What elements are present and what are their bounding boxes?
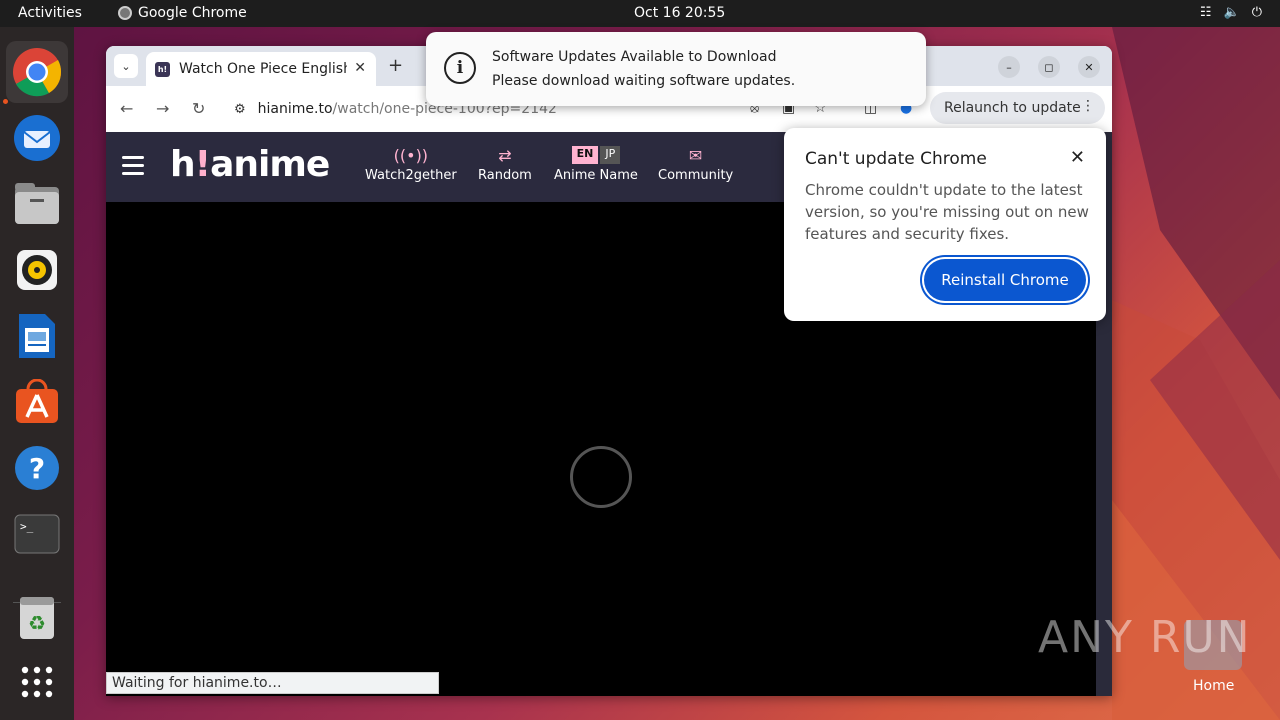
kebab-menu-icon[interactable]: ⋮	[1081, 98, 1095, 114]
nav-label: Anime Name	[554, 168, 638, 183]
network-icon: ☷	[1199, 5, 1212, 20]
new-tab-button[interactable]: +	[388, 55, 403, 76]
nav-label: Watch2gether	[365, 168, 457, 183]
hamburger-menu-icon[interactable]	[122, 156, 144, 175]
nav-label: Community	[658, 168, 734, 183]
forward-button[interactable]: →	[156, 99, 169, 118]
writer-icon[interactable]	[6, 305, 68, 367]
broadcast-icon: ((•))	[393, 146, 429, 165]
anyrun-watermark: ANY RUN	[1038, 612, 1252, 663]
help-icon[interactable]: ?	[6, 437, 68, 499]
volume-icon: 🔈	[1223, 5, 1240, 20]
svg-text:>_: >_	[20, 520, 34, 533]
trash-icon[interactable]: ♻	[6, 587, 68, 649]
status-bubble: Waiting for hianime.to…	[106, 672, 439, 694]
dialog-body: Chrome couldn't update to the latest ver…	[805, 181, 1089, 243]
system-notification[interactable]: i Software Updates Available to Download…	[426, 32, 926, 106]
dialog-title: Can't update Chrome	[805, 149, 987, 169]
site-logo[interactable]: h!anime	[170, 144, 330, 185]
notification-title: Software Updates Available to Download	[492, 49, 777, 65]
info-icon: i	[444, 52, 476, 84]
notification-body: Please download waiting software updates…	[492, 73, 796, 89]
tab-active[interactable]: h! Watch One Piece English ✕	[146, 52, 376, 86]
relaunch-label: Relaunch to update	[944, 100, 1081, 116]
reload-button[interactable]: ↻	[192, 99, 205, 118]
hianime-favicon-icon: h!	[155, 61, 170, 77]
nav-community[interactable]: ✉ Community	[658, 146, 733, 183]
files-icon[interactable]	[6, 173, 68, 235]
loading-spinner-icon	[570, 446, 632, 508]
close-window-button[interactable]: ✕	[1078, 56, 1100, 78]
rhythmbox-icon[interactable]	[6, 239, 68, 301]
tab-title: Watch One Piece English	[179, 61, 347, 77]
dock: ? >_ ♻	[0, 27, 74, 720]
svg-text:♻: ♻	[28, 611, 46, 635]
site-info-icon[interactable]: ⚙	[234, 102, 246, 117]
language-toggle[interactable]: EN JP	[571, 146, 621, 164]
url-host: hianime.to	[257, 101, 333, 117]
tab-search-button[interactable]: ⌄	[114, 54, 138, 78]
app-center-icon[interactable]	[6, 371, 68, 433]
top-bar: Activities Google Chrome Oct 16 20:55 ☷ …	[0, 0, 1280, 27]
cant-update-dialog: Can't update Chrome ✕ Chrome couldn't up…	[784, 128, 1106, 321]
relaunch-to-update-button[interactable]: Relaunch to update ⋮	[930, 92, 1105, 124]
svg-text:?: ?	[29, 452, 45, 485]
reinstall-chrome-button[interactable]: Reinstall Chrome	[924, 259, 1086, 301]
home-label[interactable]: Home	[1193, 678, 1234, 694]
back-button[interactable]: ←	[120, 99, 133, 118]
maximize-button[interactable]: ◻	[1038, 56, 1060, 78]
system-tray[interactable]: ☷ 🔈 ⏻	[1200, 5, 1262, 20]
shuffle-icon: ⇄	[498, 146, 512, 165]
nav-watch2gether[interactable]: ((•)) Watch2gether	[365, 146, 457, 183]
chrome-icon[interactable]	[6, 41, 68, 103]
power-icon: ⏻	[1251, 5, 1262, 20]
tab-close-icon[interactable]: ✕	[354, 60, 366, 76]
running-indicator	[3, 99, 8, 104]
chat-bubbles-icon: ✉	[688, 146, 703, 165]
show-apps-icon[interactable]	[6, 651, 68, 713]
minimize-button[interactable]: –	[998, 56, 1020, 78]
lang-en[interactable]: EN	[571, 146, 599, 164]
activities-button[interactable]: Activities	[18, 5, 82, 21]
nav-anime-name[interactable]: EN JP Anime Name	[554, 146, 638, 183]
nav-label: Random	[478, 168, 532, 183]
app-name: Google Chrome	[138, 5, 247, 21]
terminal-icon[interactable]: >_	[6, 503, 68, 565]
lang-jp[interactable]: JP	[600, 146, 621, 164]
app-menu[interactable]: Google Chrome	[118, 5, 247, 21]
nav-random[interactable]: ⇄ Random	[478, 146, 532, 183]
chevron-down-icon: ⌄	[121, 59, 131, 73]
chrome-small-icon	[118, 6, 132, 20]
thunderbird-icon[interactable]	[6, 107, 68, 169]
clock[interactable]: Oct 16 20:55	[634, 5, 725, 21]
close-icon[interactable]: ✕	[1070, 147, 1085, 168]
